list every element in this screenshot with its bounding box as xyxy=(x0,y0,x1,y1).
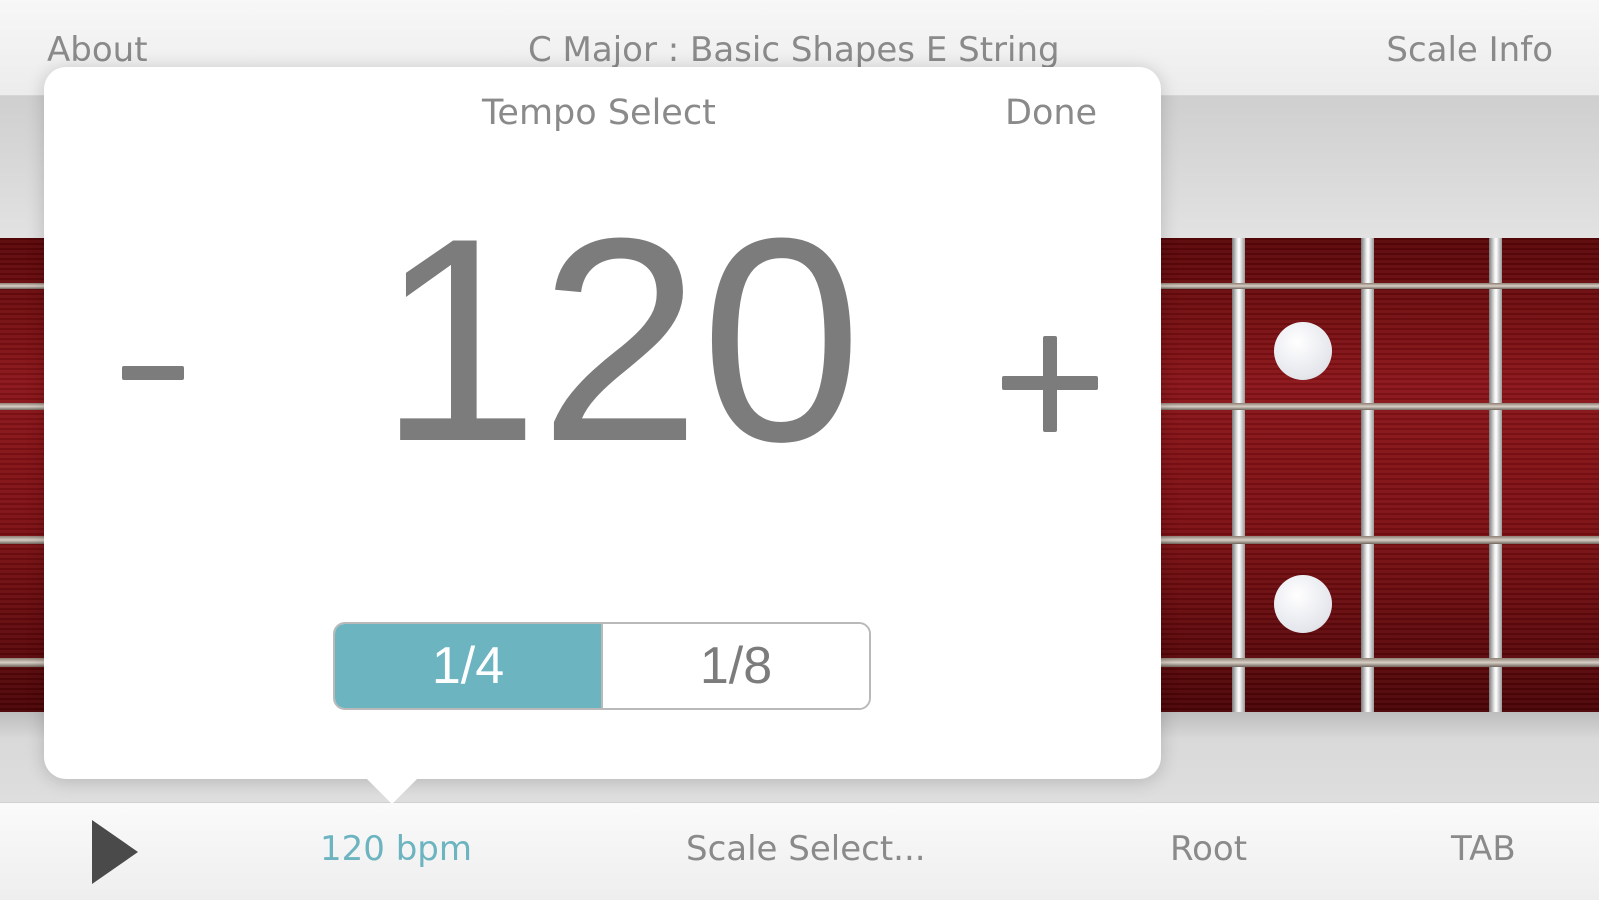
fret-inlay-dot xyxy=(1274,322,1332,380)
fret-wire xyxy=(1489,238,1502,712)
root-button[interactable]: Root xyxy=(1170,829,1247,869)
note-division-segmented-control: 1/4 1/8 xyxy=(333,622,871,710)
fret-wire xyxy=(1361,238,1374,712)
popover-arrow xyxy=(364,776,420,804)
play-button[interactable] xyxy=(92,820,142,884)
done-button[interactable]: Done xyxy=(1005,93,1097,133)
play-icon xyxy=(92,820,138,884)
decrement-tempo-button[interactable] xyxy=(122,366,184,380)
tempo-button[interactable]: 120 bpm xyxy=(320,829,472,869)
segment-eighth[interactable]: 1/8 xyxy=(603,624,869,708)
scale-select-button[interactable]: Scale Select... xyxy=(686,829,926,869)
segment-quarter[interactable]: 1/4 xyxy=(335,624,603,708)
page-title: C Major : Basic Shapes E String xyxy=(528,30,1060,70)
fret-wire xyxy=(1232,238,1245,712)
scale-info-button[interactable]: Scale Info xyxy=(1386,30,1553,70)
fret-inlay-dot xyxy=(1274,575,1332,633)
about-button[interactable]: About xyxy=(47,30,148,70)
tab-button[interactable]: TAB xyxy=(1451,829,1516,869)
tempo-value: 120 xyxy=(378,178,862,502)
popover-title: Tempo Select xyxy=(482,93,716,133)
increment-tempo-button[interactable] xyxy=(1002,336,1098,432)
